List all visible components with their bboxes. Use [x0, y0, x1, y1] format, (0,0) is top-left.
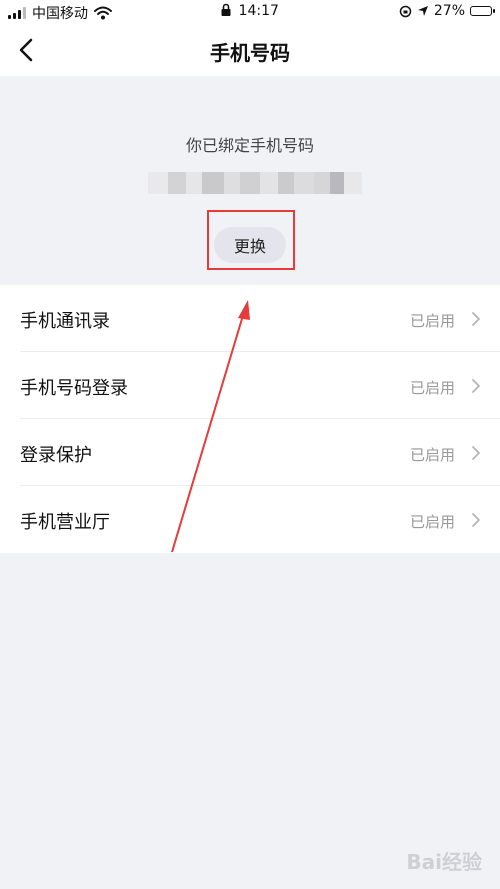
location-arrow-icon — [417, 6, 428, 16]
lock-icon — [221, 3, 231, 16]
orientation-lock-icon — [399, 5, 412, 17]
settings-row-phone-login[interactable]: 手机号码登录 已启用 — [0, 352, 500, 419]
page-title: 手机号码 — [210, 41, 290, 65]
chevron-right-icon — [472, 379, 480, 393]
settings-row-login-protection[interactable]: 登录保护 已启用 — [0, 419, 500, 486]
battery-icon — [470, 6, 495, 16]
battery-percent: 27% — [433, 3, 465, 19]
settings-row-label: 手机营业厅 — [20, 512, 110, 533]
phone-binding-section: 你已绑定手机号码 更换 — [0, 76, 500, 284]
settings-row-label: 手机通讯录 — [20, 311, 110, 332]
settings-row-status: 已启用 — [409, 312, 455, 330]
settings-row-status: 已启用 — [409, 513, 455, 531]
settings-row-label: 登录保护 — [20, 445, 92, 466]
phone-settings-list: 手机通讯录 已启用 手机号码登录 已启用 登录保护 已启用 手机营业厅 已启用 — [0, 285, 500, 553]
settings-row-contacts[interactable]: 手机通讯录 已启用 — [0, 285, 500, 352]
status-bar: 中国移动 14:17 27% — [0, 0, 500, 24]
settings-row-status: 已启用 — [409, 446, 455, 464]
clock-time: 14:17 — [238, 3, 279, 19]
settings-row-mobile-service-hall[interactable]: 手机营业厅 已启用 — [0, 486, 500, 553]
bound-phone-label: 你已绑定手机号码 — [185, 136, 314, 155]
masked-phone-number — [148, 172, 362, 194]
navigation-bar: 手机号码 — [0, 24, 500, 76]
chevron-right-icon — [472, 446, 480, 460]
chevron-right-icon — [472, 312, 480, 326]
chevron-right-icon — [472, 513, 480, 527]
settings-row-status: 已启用 — [409, 379, 455, 397]
settings-row-label: 手机号码登录 — [20, 378, 128, 399]
change-phone-button[interactable]: 更换 — [214, 227, 286, 263]
watermark-logo: Bai经验 — [406, 850, 482, 874]
